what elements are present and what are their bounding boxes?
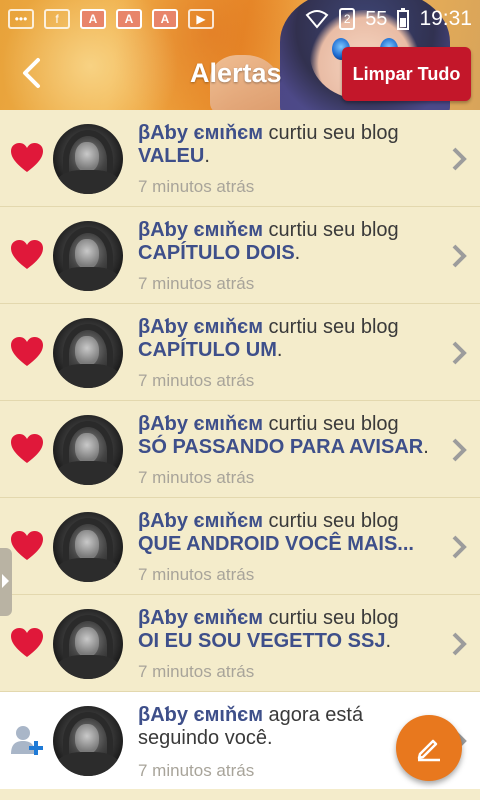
page-title: Alertas bbox=[190, 58, 282, 88]
heart-icon bbox=[11, 628, 43, 657]
heart-icon bbox=[11, 143, 43, 172]
sim-card-icon: 2 bbox=[339, 8, 356, 30]
chevron-right-icon bbox=[452, 147, 467, 171]
notification-text: βΑƅу ємιňєм curtiu seu blog CAPÍTULO UM. bbox=[138, 316, 438, 362]
timestamp: 7 minutos atrás bbox=[138, 371, 255, 390]
avatar[interactable] bbox=[53, 706, 123, 776]
wifi-icon bbox=[305, 10, 329, 29]
battery-icon bbox=[397, 8, 410, 30]
amino-icon: A bbox=[152, 9, 178, 29]
notification-suffix: . bbox=[294, 242, 301, 264]
avatar[interactable] bbox=[53, 609, 123, 679]
notification-suffix: . bbox=[423, 436, 429, 458]
username-link[interactable]: βΑƅу ємιňєм bbox=[138, 413, 263, 435]
compose-button[interactable] bbox=[396, 715, 462, 781]
youtube-icon: ▶ bbox=[188, 9, 214, 29]
timestamp: 7 minutos atrás bbox=[138, 468, 255, 487]
timestamp: 7 minutos atrás bbox=[138, 565, 255, 584]
timestamp: 7 minutos atrás bbox=[138, 274, 255, 293]
notification-row[interactable]: βΑƅу ємιňєм curtiu seu blog CAPÍTULO DOI… bbox=[0, 207, 480, 304]
avatar[interactable] bbox=[53, 124, 123, 194]
heart-icon bbox=[11, 240, 43, 269]
bottom-strip bbox=[0, 789, 480, 800]
notification-icon: ••• bbox=[8, 9, 34, 29]
chevron-right-icon bbox=[452, 535, 467, 559]
username-link[interactable]: βΑƅу ємιňєм bbox=[138, 704, 263, 726]
amino-icon: A bbox=[116, 9, 142, 29]
avatar[interactable] bbox=[53, 415, 123, 485]
notification-row[interactable]: βΑƅу ємιňєм curtiu seu blog VALEU. 7 min… bbox=[0, 110, 480, 207]
clock: 19:31 bbox=[419, 7, 472, 30]
blog-title-link[interactable]: CAPÍTULO DOIS bbox=[138, 242, 295, 264]
notification-action: curtiu seu blog bbox=[263, 316, 399, 338]
status-bar-right: 2 55 19:31 bbox=[305, 7, 472, 31]
username-link[interactable]: βΑƅу ємιňєм bbox=[138, 219, 263, 241]
amino-icon: A bbox=[80, 9, 106, 29]
notification-text: βΑƅу ємιňєм curtiu seu blog VALEU. bbox=[138, 122, 438, 168]
battery-level: 55 bbox=[365, 7, 388, 30]
notification-text: βΑƅу ємιňєм curtiu seu blog SÓ PASSANDO … bbox=[138, 413, 438, 459]
notification-list: βΑƅу ємιňєм curtiu seu blog VALEU. 7 min… bbox=[0, 110, 480, 800]
notification-suffix: . bbox=[276, 339, 283, 361]
status-bar-app-icons: ••• f A A A ▶ bbox=[8, 9, 214, 29]
blog-title-link[interactable]: OI EU SOU VEGETTO SSJ bbox=[138, 630, 385, 652]
back-arrow-icon[interactable] bbox=[16, 56, 50, 90]
notification-action: curtiu seu blog bbox=[263, 607, 399, 629]
avatar[interactable] bbox=[53, 512, 123, 582]
facebook-icon: f bbox=[44, 9, 70, 29]
notification-text: βΑƅу ємιňєм agora está seguindo você. bbox=[138, 704, 388, 750]
timestamp: 7 minutos atrás bbox=[138, 662, 255, 681]
avatar[interactable] bbox=[53, 318, 123, 388]
username-link[interactable]: βΑƅу ємιňєм bbox=[138, 316, 263, 338]
blog-title-link[interactable]: VALEU bbox=[138, 145, 204, 167]
blog-title-link[interactable]: CAPÍTULO UM bbox=[138, 339, 277, 361]
notification-action: curtiu seu blog bbox=[263, 219, 399, 241]
notification-text: βΑƅу ємιňєм curtiu seu blog QUE ANDROID … bbox=[138, 510, 438, 556]
blog-title-link[interactable]: QUE ANDROID VOCÊ MAIS... bbox=[138, 533, 414, 555]
header-banner: ••• f A A A ▶ 2 55 19:31 Alertas Limpar … bbox=[0, 0, 480, 110]
timestamp: 7 minutos atrás bbox=[138, 177, 255, 196]
notification-row[interactable]: βΑƅу ємιňєм curtiu seu blog OI EU SOU VE… bbox=[0, 595, 480, 692]
notification-row[interactable]: βΑƅу ємιňєм curtiu seu blog CAPÍTULO UM.… bbox=[0, 304, 480, 401]
notification-action: curtiu seu blog bbox=[263, 510, 399, 532]
timestamp: 7 minutos atrás bbox=[138, 761, 255, 780]
chevron-right-icon bbox=[452, 438, 467, 462]
follow-user-icon bbox=[11, 726, 43, 755]
notification-action: curtiu seu blog bbox=[263, 413, 399, 435]
username-link[interactable]: βΑƅу ємιňєм bbox=[138, 607, 263, 629]
username-link[interactable]: βΑƅу ємιňєм bbox=[138, 122, 263, 144]
notification-text: βΑƅу ємιňєм curtiu seu blog OI EU SOU VE… bbox=[138, 607, 438, 653]
chevron-right-icon bbox=[452, 341, 467, 365]
notification-action: curtiu seu blog bbox=[263, 122, 399, 144]
status-bar: ••• f A A A ▶ 2 55 19:31 bbox=[0, 0, 480, 38]
notification-row[interactable]: βΑƅу ємιňєм curtiu seu blog QUE ANDROID … bbox=[0, 498, 480, 595]
notification-suffix: . bbox=[204, 145, 210, 167]
username-link[interactable]: βΑƅу ємιňєм bbox=[138, 510, 263, 532]
heart-icon bbox=[11, 337, 43, 366]
avatar[interactable] bbox=[53, 221, 123, 291]
chevron-right-icon bbox=[452, 632, 467, 656]
notification-suffix: . bbox=[385, 630, 392, 652]
pencil-icon bbox=[417, 739, 440, 762]
notification-row[interactable]: βΑƅу ємιňєм curtiu seu blog SÓ PASSANDO … bbox=[0, 401, 480, 498]
clear-all-button[interactable]: Limpar Tudo bbox=[342, 47, 471, 101]
heart-icon bbox=[11, 531, 43, 560]
heart-icon bbox=[11, 434, 43, 463]
chevron-right-icon bbox=[452, 244, 467, 268]
notification-text: βΑƅу ємιňєм curtiu seu blog CAPÍTULO DOI… bbox=[138, 219, 438, 265]
side-drawer-handle[interactable] bbox=[0, 548, 12, 616]
blog-title-link[interactable]: SÓ PASSANDO PARA AVISAR bbox=[138, 436, 423, 458]
